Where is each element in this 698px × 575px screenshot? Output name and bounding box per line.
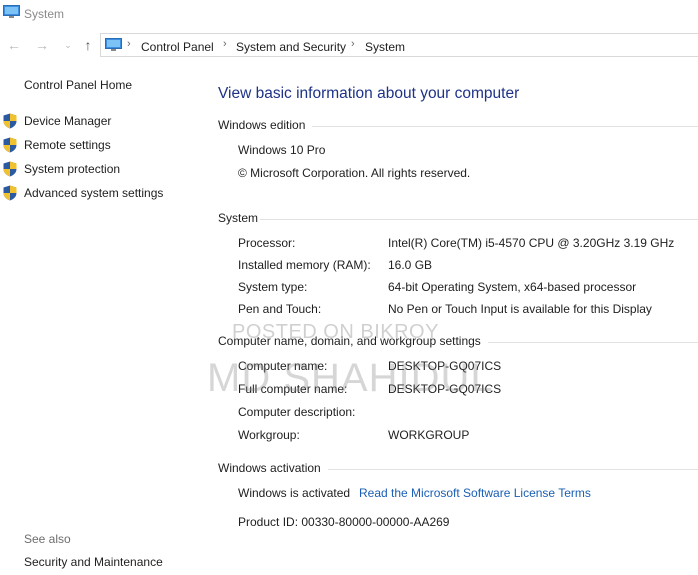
control-panel-icon (105, 38, 122, 51)
back-arrow-icon[interactable]: ← (6, 37, 22, 53)
windows-activation-heading: Windows activation (218, 461, 321, 475)
breadcrumb-separator-icon: › (223, 38, 227, 50)
computer-description-label: Computer description: (238, 405, 356, 419)
page-title: View basic information about your comput… (218, 85, 520, 102)
breadcrumb-control-panel[interactable]: Control Panel (141, 40, 214, 54)
copyright-text: © Microsoft Corporation. All rights rese… (238, 166, 471, 180)
pen-and-touch-label: Pen and Touch: (238, 302, 322, 316)
watermark-line-1: POSTED ON BIKROY (232, 321, 439, 343)
breadcrumb-separator-icon: › (351, 38, 355, 50)
license-terms-link[interactable]: Read the Microsoft Software License Term… (359, 486, 591, 500)
computer-icon (3, 5, 20, 18)
watermark-line-2: MD SHAHIDUL (207, 356, 494, 400)
activation-status: Windows is activated (238, 486, 351, 500)
section-divider (488, 342, 698, 343)
sidebar-item-advanced-system-settings[interactable]: Advanced system settings (24, 186, 163, 200)
windows-edition-heading: Windows edition (218, 118, 306, 132)
window-title: System (24, 7, 65, 21)
up-arrow-icon[interactable]: ↑ (80, 37, 96, 53)
system-type-label: System type: (238, 280, 308, 294)
system-type-value: 64-bit Operating System, x64-based proce… (388, 280, 637, 294)
pen-and-touch-value: No Pen or Touch Input is available for t… (388, 302, 652, 316)
sidebar-item-system-protection[interactable]: System protection (24, 162, 120, 176)
security-and-maintenance-link[interactable]: Security and Maintenance (24, 555, 163, 569)
sidebar-item-remote-settings[interactable]: Remote settings (24, 138, 111, 152)
navigation-bar: ← → ⌄ ↑ › Control Panel › System and Sec… (0, 30, 698, 60)
control-panel-home-link[interactable]: Control Panel Home (24, 78, 132, 92)
workgroup-value: WORKGROUP (388, 428, 470, 442)
system-heading: System (218, 211, 259, 225)
see-also-heading: See also (24, 532, 71, 546)
section-divider (260, 219, 698, 220)
windows-edition-name: Windows 10 Pro (238, 143, 326, 157)
processor-label: Processor: (238, 236, 296, 250)
sidebar-item-device-manager[interactable]: Device Manager (24, 114, 111, 128)
shield-icon (3, 185, 17, 201)
section-divider (328, 469, 698, 470)
title-bar: System (0, 0, 698, 28)
processor-value: Intel(R) Core(TM) i5-4570 CPU @ 3.20GHz … (388, 236, 675, 250)
installed-memory-value: 16.0 GB (388, 258, 433, 272)
shield-icon (3, 137, 17, 153)
breadcrumb-system-and-security[interactable]: System and Security (236, 40, 346, 54)
breadcrumb-system[interactable]: System (365, 40, 405, 54)
workgroup-label: Workgroup: (238, 428, 300, 442)
shield-icon (3, 113, 17, 129)
recent-locations-chevron-icon[interactable]: ⌄ (60, 37, 76, 53)
product-id: Product ID: 00330-80000-00000-AA269 (238, 515, 450, 529)
forward-arrow-icon[interactable]: → (34, 37, 50, 53)
installed-memory-label: Installed memory (RAM): (238, 258, 371, 272)
section-divider (312, 126, 698, 127)
breadcrumb-separator-icon: › (127, 38, 131, 50)
address-bar[interactable]: › Control Panel › System and Security › … (100, 33, 698, 57)
shield-icon (3, 161, 17, 177)
